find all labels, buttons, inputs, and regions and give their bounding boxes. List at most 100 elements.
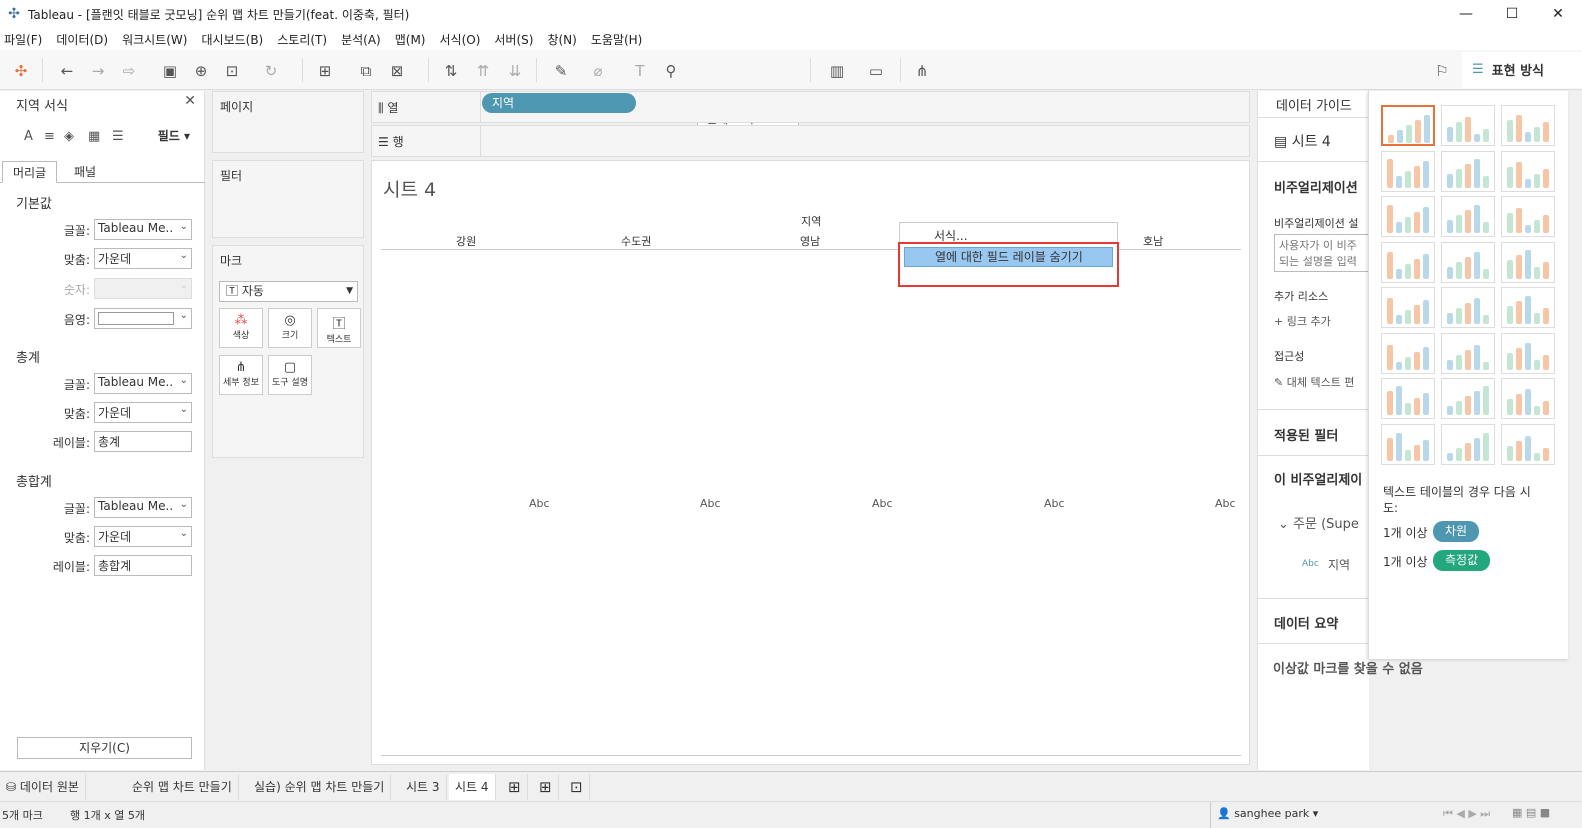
show-me-button[interactable]: ☰ 표현 방식 bbox=[1462, 52, 1582, 88]
symbol-map-thumbnail[interactable] bbox=[1381, 150, 1435, 192]
column-header[interactable]: 영남 bbox=[800, 233, 820, 249]
sheet-title[interactable]: 시트 4 bbox=[383, 175, 436, 202]
column-header[interactable]: 수도권 bbox=[621, 233, 651, 249]
detail-button[interactable]: ⋔ 세부 정보 bbox=[219, 355, 263, 395]
new-story-icon[interactable]: ⊡ bbox=[564, 774, 590, 800]
side-by-side-bars-thumbnail[interactable] bbox=[1501, 196, 1555, 237]
menu-format[interactable]: 서식(O) bbox=[440, 31, 481, 48]
column-header[interactable]: 강원 bbox=[456, 233, 476, 249]
refresh-icon[interactable]: ↻ bbox=[260, 60, 282, 82]
histogram-thumbnail[interactable] bbox=[1441, 378, 1495, 419]
pause-update-icon[interactable]: ⊡ bbox=[221, 60, 243, 82]
highlight-icon[interactable]: ✎ bbox=[550, 60, 572, 82]
continuous-lines-thumbnail[interactable] bbox=[1381, 287, 1435, 328]
text-mark[interactable]: Abc bbox=[872, 497, 893, 510]
field-dropdown[interactable]: 필드 ▾ bbox=[158, 127, 190, 144]
swap-icon[interactable]: ⇅ bbox=[440, 60, 462, 82]
column-field-label[interactable]: 지역 bbox=[801, 213, 821, 229]
treemap-thumbnail[interactable] bbox=[1381, 241, 1435, 283]
viz-description-input[interactable]: 사용자가 이 비주 되는 설명을 입력 bbox=[1274, 234, 1370, 272]
fix-axes-icon[interactable]: ⚲ bbox=[660, 60, 682, 82]
rows-shelf[interactable]: ☰ 행 bbox=[371, 125, 1250, 157]
show-labels-icon[interactable]: T bbox=[629, 60, 651, 82]
page-nav-icon[interactable]: ⏮ ◀ ▶ ⏭ bbox=[1443, 807, 1490, 821]
menu-analysis[interactable]: 분석(A) bbox=[341, 31, 381, 48]
size-button[interactable]: ◎ 크기 bbox=[268, 308, 312, 348]
alignment-select[interactable]: 가운데 ⌄ bbox=[94, 402, 192, 423]
stacked-bars-thumbnail[interactable] bbox=[1441, 196, 1495, 237]
packed-bubbles-thumbnail[interactable] bbox=[1501, 423, 1555, 465]
sort-descending-icon[interactable]: ⇊ bbox=[504, 60, 526, 82]
redo-icon[interactable]: → bbox=[87, 60, 109, 82]
maximize-button[interactable]: ☐ bbox=[1489, 0, 1535, 28]
discrete-lines-thumbnail[interactable] bbox=[1441, 287, 1495, 328]
region-pill[interactable]: 지역 bbox=[482, 93, 636, 113]
menu-map[interactable]: 맵(M) bbox=[395, 31, 426, 48]
mark-type-dropdown[interactable]: 🅃 자동 ▼ bbox=[219, 281, 358, 302]
label-input[interactable]: 총계 bbox=[94, 431, 192, 452]
menu-window[interactable]: 창(N) bbox=[547, 31, 576, 48]
new-worksheet-icon[interactable]: ⊞ bbox=[502, 774, 528, 800]
alt-text-button[interactable]: ✎ 대체 텍스트 편 bbox=[1274, 374, 1354, 390]
text-mark[interactable]: Abc bbox=[1044, 497, 1065, 510]
color-button[interactable]: ⁂ 색상 bbox=[219, 308, 263, 348]
menu-worksheet[interactable]: 워크시트(W) bbox=[122, 31, 187, 48]
tab-sheet[interactable]: 순위 맵 차트 만들기 bbox=[126, 774, 239, 800]
box-whisker-thumbnail[interactable] bbox=[1501, 378, 1555, 419]
sheet-sorter-icon[interactable]: ▦ ▤ ■ bbox=[1512, 806, 1550, 819]
undo-icon[interactable]: ← bbox=[56, 60, 78, 82]
filters-card[interactable]: 필터 bbox=[212, 160, 364, 238]
gantt-chart-thumbnail[interactable] bbox=[1381, 423, 1435, 465]
replay-icon[interactable]: ⇨ bbox=[118, 60, 140, 82]
text-mark[interactable]: Abc bbox=[1215, 497, 1236, 510]
pie-chart-thumbnail[interactable] bbox=[1501, 150, 1555, 192]
text-button[interactable]: 🅃 텍스트 bbox=[317, 308, 361, 348]
heat-map-thumbnail[interactable] bbox=[1441, 105, 1495, 146]
font-select[interactable]: Tableau Me.. ⌄ bbox=[94, 497, 192, 518]
highlight-table-thumbnail[interactable] bbox=[1501, 105, 1555, 146]
font-icon[interactable]: A bbox=[24, 129, 33, 144]
tab-data-source[interactable]: ⛁ 데이터 원본 bbox=[0, 774, 86, 800]
new-worksheet-icon[interactable]: ⊞ bbox=[314, 60, 336, 82]
text-mark[interactable]: Abc bbox=[529, 497, 550, 510]
clear-button[interactable]: 지우기(C) bbox=[17, 737, 192, 759]
bullet-graph-thumbnail[interactable] bbox=[1441, 423, 1495, 465]
menu-story[interactable]: 스토리(T) bbox=[277, 31, 327, 48]
tableau-home-icon[interactable]: ✣ bbox=[10, 60, 32, 82]
dual-lines-thumbnail[interactable] bbox=[1501, 287, 1555, 328]
user-menu[interactable]: 👤 sanghee park ▾ bbox=[1217, 807, 1318, 820]
text-mark[interactable]: Abc bbox=[700, 497, 721, 510]
label-input[interactable]: 총합계 bbox=[94, 555, 192, 576]
alignment-select[interactable]: 가운데 ⌄ bbox=[94, 526, 192, 547]
area-discrete-thumbnail[interactable] bbox=[1441, 332, 1495, 374]
clear-sheet-icon[interactable]: ⊠ bbox=[386, 60, 408, 82]
font-select[interactable]: Tableau Me.. ⌄ bbox=[94, 219, 192, 240]
font-select[interactable]: Tableau Me.. ⌄ bbox=[94, 373, 192, 394]
pin-icon[interactable]: ⚐ bbox=[1431, 60, 1453, 82]
field-item[interactable]: 지역 bbox=[1328, 556, 1350, 573]
duplicate-sheet-icon[interactable]: ⧉ bbox=[355, 60, 377, 82]
tooltip-button[interactable]: ▢ 도구 설명 bbox=[268, 355, 312, 395]
tab-header[interactable]: 머리글 bbox=[2, 161, 58, 183]
filled-map-thumbnail[interactable] bbox=[1441, 150, 1495, 192]
menu-data[interactable]: 데이터(D) bbox=[56, 31, 108, 48]
horizontal-bars-thumbnail[interactable] bbox=[1381, 196, 1435, 237]
scatter-plot-thumbnail[interactable] bbox=[1381, 378, 1435, 419]
new-dashboard-icon[interactable]: ⊞ bbox=[533, 774, 559, 800]
borders-icon[interactable]: ▦ bbox=[88, 129, 100, 144]
circle-views-thumbnail[interactable] bbox=[1441, 241, 1495, 283]
show-cards-icon[interactable]: ▥ bbox=[826, 60, 848, 82]
lines-icon[interactable]: ☰ bbox=[112, 129, 124, 144]
group-icon[interactable]: ⌀ bbox=[587, 60, 609, 82]
alignment-icon[interactable]: ≡ bbox=[44, 129, 55, 144]
menu-file[interactable]: 파일(F) bbox=[4, 31, 42, 48]
side-by-side-circles-thumbnail[interactable] bbox=[1501, 241, 1555, 283]
close-button[interactable]: ✕ bbox=[1535, 0, 1581, 28]
tab-sheet[interactable]: 시트 3 bbox=[400, 774, 447, 800]
tab-sheet-active[interactable]: 시트 4 bbox=[449, 774, 496, 800]
text-table-thumbnail[interactable] bbox=[1381, 105, 1435, 146]
menu-server[interactable]: 서버(S) bbox=[494, 31, 533, 48]
add-link-button[interactable]: + 링크 추가 bbox=[1274, 313, 1331, 329]
minimize-button[interactable]: — bbox=[1443, 0, 1489, 28]
presentation-icon[interactable]: ▭ bbox=[865, 60, 887, 82]
